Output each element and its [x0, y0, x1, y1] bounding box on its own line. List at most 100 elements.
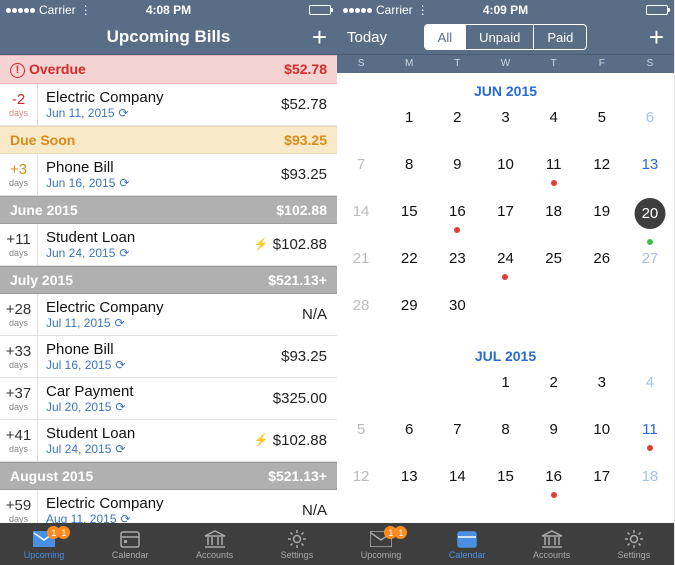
calendar-day[interactable]: 18 — [530, 197, 578, 244]
due-dot — [454, 227, 460, 233]
filter-unpaid[interactable]: Unpaid — [465, 25, 533, 49]
bill-row[interactable]: +37daysCar PaymentJul 20, 2015 ⟳$325.00 — [0, 378, 337, 420]
calendar-day[interactable]: 16 — [530, 462, 578, 509]
calendar-day[interactable]: 23 — [433, 244, 481, 291]
bill-amount: $52.78 — [281, 84, 337, 125]
tab-accounts[interactable]: Accounts — [533, 528, 570, 560]
calendar-day[interactable]: 14 — [433, 462, 481, 509]
calendar-day[interactable]: 16 — [433, 197, 481, 244]
calendar-day[interactable]: 14 — [337, 197, 385, 244]
calendar-day[interactable]: 28 — [337, 291, 385, 338]
recur-icon: ⟳ — [115, 358, 125, 372]
tab-accounts[interactable]: Accounts — [196, 528, 233, 560]
bill-amount: ⚡$102.88 — [254, 224, 337, 265]
calendar-day[interactable]: 4 — [626, 368, 674, 415]
bill-date: Jun 11, 2015 ⟳ — [46, 106, 273, 120]
section-label: June 2015 — [10, 202, 78, 218]
calendar-day[interactable]: 6 — [385, 415, 433, 462]
calendar-day[interactable]: 2 — [433, 103, 481, 150]
tab-calendar[interactable]: Calendar — [112, 528, 149, 560]
bill-date: Aug 11, 2015 ⟳ — [46, 512, 294, 523]
accounts-icon — [540, 528, 564, 550]
tab-label: Calendar — [449, 550, 486, 560]
bolt-icon: ⚡ — [254, 237, 269, 251]
calendar-day[interactable]: 13 — [626, 150, 674, 197]
today-button[interactable]: Today — [347, 29, 387, 46]
calendar-day — [337, 368, 385, 415]
tab-settings[interactable]: Settings — [281, 528, 314, 560]
bill-row[interactable]: +28daysElectric CompanyJul 11, 2015 ⟳N/A — [0, 294, 337, 336]
tab-settings[interactable]: Settings — [618, 528, 651, 560]
section-label: July 2015 — [10, 272, 73, 288]
due-dot — [502, 274, 508, 280]
tab-label: Upcoming — [361, 550, 402, 560]
bill-main: Phone BillJul 16, 2015 ⟳ — [38, 336, 281, 377]
filter-all[interactable]: All — [425, 25, 465, 49]
calendar-day[interactable]: 17 — [481, 197, 529, 244]
bill-main: Electric CompanyAug 11, 2015 ⟳ — [38, 490, 302, 523]
calendar-day[interactable]: 30 — [433, 291, 481, 338]
calendar-day[interactable]: 11 — [626, 415, 674, 462]
screen-upcoming: Carrier⋮ 4:08 PM Upcoming Bills + !Overd… — [0, 0, 337, 565]
tab-calendar[interactable]: Calendar — [449, 528, 486, 560]
calendar-day[interactable]: 3 — [578, 368, 626, 415]
section-header-month: August 2015$521.13+ — [0, 462, 337, 490]
calendar-day[interactable]: 26 — [578, 244, 626, 291]
calendar-day[interactable]: 10 — [578, 415, 626, 462]
bill-date: Jun 24, 2015 ⟳ — [46, 246, 246, 260]
calendar-day[interactable]: 21 — [337, 244, 385, 291]
calendar-day[interactable]: 11 — [530, 150, 578, 197]
calendar-day[interactable]: 25 — [530, 244, 578, 291]
calendar-day[interactable]: 8 — [385, 150, 433, 197]
calendar-day[interactable]: 12 — [337, 462, 385, 509]
calendar-day[interactable]: 3 — [481, 103, 529, 150]
calendar-day[interactable]: 8 — [481, 415, 529, 462]
calendar-day[interactable]: 29 — [385, 291, 433, 338]
recur-icon: ⟳ — [121, 512, 131, 523]
clock: 4:08 PM — [0, 3, 337, 17]
bill-list[interactable]: !Overdue$52.78-2daysElectric CompanyJun … — [0, 55, 337, 523]
calendar-day[interactable]: 9 — [433, 150, 481, 197]
calendar-day[interactable]: 7 — [337, 150, 385, 197]
due-dot — [551, 492, 557, 498]
filter-paid[interactable]: Paid — [533, 25, 586, 49]
calendar-day[interactable]: 5 — [578, 103, 626, 150]
bill-row[interactable]: -2daysElectric CompanyJun 11, 2015 ⟳$52.… — [0, 84, 337, 126]
calendar-day[interactable]: 22 — [385, 244, 433, 291]
calendar-day — [626, 291, 674, 338]
calendar-day[interactable]: 19 — [578, 197, 626, 244]
calendar-scroll[interactable]: JUN 201512345678910111213141516171819202… — [337, 73, 674, 523]
add-button[interactable]: + — [649, 24, 664, 50]
calendar-day[interactable]: 24 — [481, 244, 529, 291]
month-title: JUN 2015 — [337, 73, 674, 103]
calendar-day[interactable]: 10 — [481, 150, 529, 197]
calendar-day[interactable]: 2 — [530, 368, 578, 415]
bill-row[interactable]: +33daysPhone BillJul 16, 2015 ⟳$93.25 — [0, 336, 337, 378]
bill-row[interactable]: +41daysStudent LoanJul 24, 2015 ⟳⚡$102.8… — [0, 420, 337, 462]
tab-upcoming[interactable]: Upcoming11 — [361, 528, 402, 560]
bill-amount: N/A — [302, 490, 337, 523]
calendar-day[interactable]: 15 — [481, 462, 529, 509]
add-button[interactable]: + — [312, 24, 327, 50]
calendar-day[interactable]: 5 — [337, 415, 385, 462]
bill-name: Student Loan — [46, 229, 246, 246]
calendar-day[interactable]: 1 — [385, 103, 433, 150]
bill-row[interactable]: +11daysStudent LoanJun 24, 2015 ⟳⚡$102.8… — [0, 224, 337, 266]
calendar-day[interactable]: 15 — [385, 197, 433, 244]
bill-row[interactable]: +59daysElectric CompanyAug 11, 2015 ⟳N/A — [0, 490, 337, 523]
calendar-day[interactable]: 13 — [385, 462, 433, 509]
bolt-icon: ⚡ — [254, 433, 269, 447]
calendar-day[interactable]: 7 — [433, 415, 481, 462]
dow-label: S — [337, 55, 385, 73]
calendar-day[interactable]: 12 — [578, 150, 626, 197]
calendar-day[interactable]: 27 — [626, 244, 674, 291]
calendar-day[interactable]: 20 — [626, 197, 674, 244]
calendar-day[interactable]: 1 — [481, 368, 529, 415]
bill-row[interactable]: +3daysPhone BillJun 16, 2015 ⟳$93.25 — [0, 154, 337, 196]
calendar-day[interactable]: 4 — [530, 103, 578, 150]
calendar-day[interactable]: 6 — [626, 103, 674, 150]
calendar-day[interactable]: 18 — [626, 462, 674, 509]
calendar-day[interactable]: 9 — [530, 415, 578, 462]
tab-upcoming[interactable]: Upcoming11 — [24, 528, 65, 560]
calendar-day[interactable]: 17 — [578, 462, 626, 509]
